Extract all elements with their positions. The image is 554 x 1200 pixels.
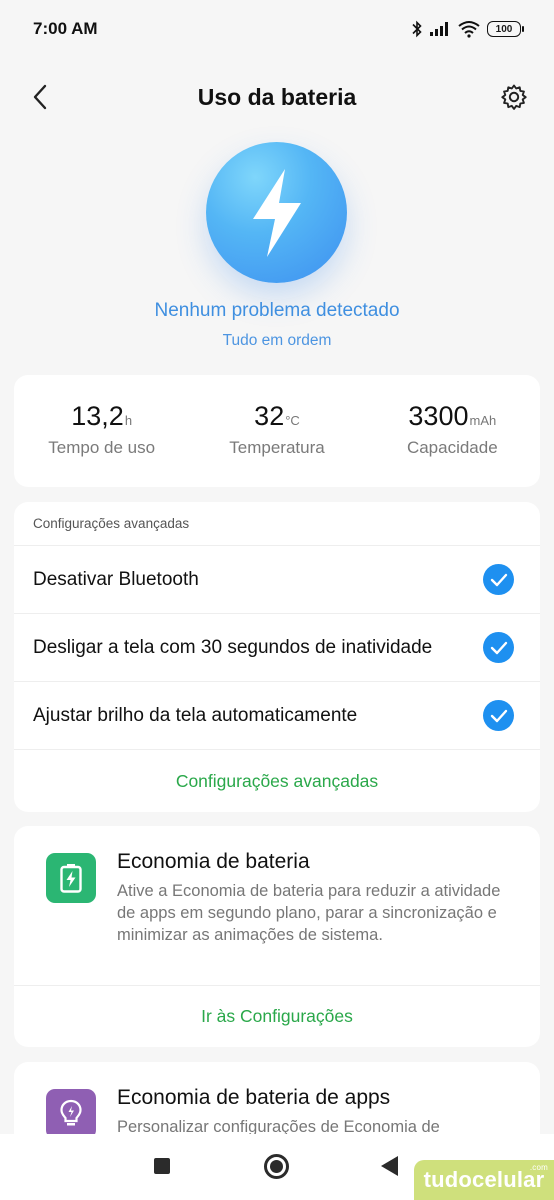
- setting-disable-bluetooth[interactable]: Desativar Bluetooth: [14, 546, 540, 614]
- stat-unit: h: [124, 413, 133, 428]
- signal-icon: [430, 22, 448, 36]
- home-circle-icon[interactable]: [264, 1154, 289, 1179]
- app-battery-saver-title: Economia de bateria de apps: [117, 1086, 391, 1109]
- back-triangle-icon[interactable]: [381, 1156, 398, 1176]
- check-icon[interactable]: [483, 564, 514, 595]
- stat-label: Tempo de uso: [48, 438, 156, 457]
- stat-temperature: 32°C Temperatura: [189, 375, 364, 487]
- setting-label: Ajustar brilho da tela automaticamente: [33, 704, 358, 726]
- watermark-text: tudocelular: [423, 1167, 545, 1192]
- check-icon[interactable]: [483, 632, 514, 663]
- gear-icon: [501, 84, 527, 110]
- status-title: Nenhum problema detectado: [154, 300, 400, 321]
- stat-value: 13,2: [71, 401, 124, 431]
- battery-saver-info: Economia de bateria Ative a Economia de …: [14, 826, 540, 986]
- status-bar: 7:00 AM 100: [0, 0, 554, 58]
- status-icons: 100: [411, 20, 524, 38]
- battery-level: 100: [495, 23, 513, 35]
- app-bar: Uso da bateria: [0, 70, 554, 124]
- settings-button[interactable]: [498, 81, 530, 113]
- stat-label: Temperatura: [229, 438, 325, 457]
- setting-label: Desativar Bluetooth: [33, 568, 199, 590]
- status-time: 7:00 AM: [33, 19, 98, 38]
- stat-unit: °C: [285, 413, 300, 428]
- chevron-left-icon: [33, 84, 47, 110]
- square-icon[interactable]: [154, 1158, 170, 1174]
- bluetooth-icon: [412, 20, 422, 38]
- battery-saver-description: Ative a Economia de bateria para reduzir…: [117, 882, 501, 944]
- battery-saver-card: Economia de bateria Ative a Economia de …: [14, 826, 540, 1047]
- watermark-suffix: .com: [529, 1163, 548, 1172]
- battery-saver-title: Economia de bateria: [117, 850, 310, 873]
- page-title: Uso da bateria: [197, 83, 357, 110]
- battery-charging-icon: [46, 853, 96, 903]
- lightning-bolt-icon: [252, 168, 301, 257]
- check-icon[interactable]: [483, 700, 514, 731]
- stat-usage-time: 13,2h Tempo de uso: [14, 375, 189, 487]
- advanced-settings-card: Configurações avançadas Desativar Blueto…: [14, 502, 540, 812]
- stat-unit: mAh: [469, 413, 497, 428]
- stat-label: Capacidade: [406, 438, 498, 457]
- stat-capacity: 3300mAh Capacidade: [365, 375, 540, 487]
- status-subtitle: Tudo em ordem: [222, 332, 332, 349]
- stat-value: 3300: [408, 401, 469, 431]
- setting-screen-timeout[interactable]: Desligar a tela com 30 segundos de inati…: [14, 614, 540, 682]
- stat-value: 32: [254, 401, 285, 431]
- lightbulb-icon: [46, 1089, 96, 1139]
- watermark-logo: tudocelular .com: [414, 1160, 554, 1200]
- battery-status-indicator: [206, 142, 347, 283]
- wifi-icon: [458, 21, 480, 38]
- advanced-settings-header: Configurações avançadas: [14, 502, 540, 546]
- setting-label: Desligar a tela com 30 segundos de inati…: [33, 636, 433, 658]
- go-to-settings-link[interactable]: Ir às Configurações: [14, 986, 540, 1047]
- back-button[interactable]: [26, 82, 54, 112]
- setting-auto-brightness[interactable]: Ajustar brilho da tela automaticamente: [14, 682, 540, 750]
- advanced-settings-link[interactable]: Configurações avançadas: [14, 750, 540, 812]
- stats-card: 13,2h Tempo de uso 32°C Temperatura 3300…: [14, 375, 540, 487]
- battery-icon: 100: [487, 21, 524, 37]
